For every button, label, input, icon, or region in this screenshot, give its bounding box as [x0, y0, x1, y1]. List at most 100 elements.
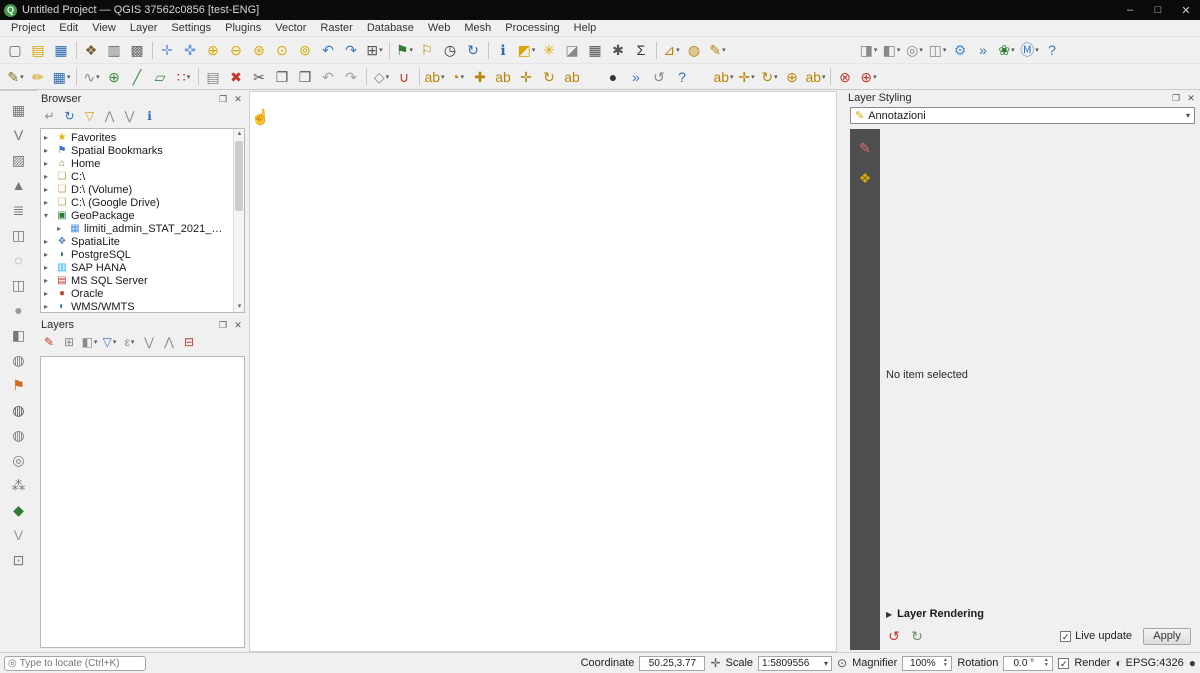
show-spatial-bookmarks-button[interactable]: ⚐ [416, 39, 439, 61]
menu-layer[interactable]: Layer [123, 21, 165, 35]
collapse-all-button[interactable]: ⋀ [100, 107, 119, 125]
coordinate-input[interactable] [639, 656, 705, 671]
menu-settings[interactable]: Settings [164, 21, 218, 35]
open-project-button[interactable]: ▤ [27, 39, 50, 61]
browser-item-mssql[interactable]: ▸ ▤ MS SQL Server [41, 274, 232, 287]
add-spatialite-layer-button[interactable]: ◌ [7, 249, 31, 271]
select-by-polygon-button[interactable]: ◧▾ [880, 39, 903, 61]
locator-search[interactable]: ◎ [4, 656, 146, 671]
annotation-symbology-tab[interactable]: ✎ [854, 137, 876, 159]
scroll-up-icon[interactable]: ▴ [234, 129, 245, 139]
copy-features-button[interactable]: ❐ [271, 66, 294, 88]
scroll-down-icon[interactable]: ▾ [234, 302, 245, 312]
layer-selector-combo[interactable]: ✎ Annotazioni ▾ [850, 107, 1195, 124]
expand-arrow-icon[interactable]: ▸ [44, 198, 55, 207]
apply-button[interactable]: Apply [1143, 628, 1191, 645]
open-data-source-manager-button[interactable]: ▦ [7, 99, 31, 121]
new-project-button[interactable]: ▢ [4, 39, 27, 61]
style-redo-button[interactable]: ↻ [907, 627, 927, 645]
temporal-controller-button[interactable]: ◷ [439, 39, 462, 61]
geometry-checker-button[interactable]: ⊗ [834, 66, 857, 88]
paste-features-button[interactable]: ❒ [294, 66, 317, 88]
add-point-feature-button[interactable]: ⊕ [103, 66, 126, 88]
change-label-button[interactable]: ab [561, 66, 584, 88]
redo-button[interactable]: ↷ [340, 66, 363, 88]
undock-panel-icon[interactable]: ❐ [217, 320, 229, 331]
locator-input[interactable] [20, 658, 135, 669]
live-update-checkbox[interactable]: ✓ [1060, 631, 1071, 642]
add-polygon-feature-button[interactable]: ▱ [149, 66, 172, 88]
browser-item-spatialite[interactable]: ▸ ❖ SpatiaLite [41, 235, 232, 248]
browser-item-spatial-bookmarks[interactable]: ▸ ⚑ Spatial Bookmarks [41, 144, 232, 157]
new-map-view-button[interactable]: ⊞▾ [363, 39, 386, 61]
expand-arrow-icon[interactable]: ▸ [44, 276, 55, 285]
style-manager-button[interactable]: ❖ [80, 39, 103, 61]
add-raster-layer-button[interactable]: ▨ [7, 149, 31, 171]
close-panel-icon[interactable]: ✕ [232, 320, 244, 331]
current-edits-button[interactable]: ✎▾ [4, 66, 27, 88]
add-xyz-layer-button[interactable]: ⚑ [7, 374, 31, 396]
browser-scrollbar[interactable]: ▴ ▾ [233, 129, 244, 312]
processing-toolbox-button[interactable]: ⚙ [949, 39, 972, 61]
measure-line-button[interactable]: ⊿▾ [660, 39, 683, 61]
crs-button[interactable]: ◐ EPSG:4326 [1115, 656, 1183, 670]
add-hana-layer-button[interactable]: ◧ [7, 324, 31, 346]
expand-arrow-icon[interactable]: ▸ [44, 237, 55, 246]
add-arcgis-layer-button[interactable]: ◎ [7, 449, 31, 471]
collapse-all-layers-button[interactable]: ⋀ [160, 333, 179, 351]
new-shapefile-button[interactable]: V [7, 524, 31, 546]
expand-arrow-icon[interactable]: ▸ [44, 289, 55, 298]
add-wfs-layer-button[interactable]: ◍ [7, 424, 31, 446]
browser-item-home[interactable]: ▸ ⌂ Home [41, 157, 232, 170]
add-mssql-layer-button[interactable]: ◫ [7, 274, 31, 296]
pan-to-selection-button[interactable]: ✜ [179, 39, 202, 61]
digitize-with-curve-button[interactable]: ∿▾ [80, 66, 103, 88]
zoom-full-button[interactable]: ⊛ [248, 39, 271, 61]
add-postgis-layer-button[interactable]: ◫ [7, 224, 31, 246]
browser-item-oracle[interactable]: ▸ ● Oracle [41, 287, 232, 300]
open-layer-styling-panel-button[interactable]: ✎ [40, 333, 59, 351]
new-spatial-bookmark-button[interactable]: ⚑▾ [393, 39, 416, 61]
profile-tool-button[interactable]: ⊕▾ [857, 66, 880, 88]
filter-browser-button[interactable]: ▽ [80, 107, 99, 125]
rotate-label-diagram-button[interactable]: ↻▾ [758, 66, 781, 88]
vertex-tool-button[interactable]: ∷▾ [172, 66, 195, 88]
menu-view[interactable]: View [85, 21, 123, 35]
add-wcs-layer-button[interactable]: ◍ [7, 399, 31, 421]
expand-all-layers-button[interactable]: ⋁ [140, 333, 159, 351]
menu-mesh[interactable]: Mesh [457, 21, 498, 35]
move-label-diagram-button[interactable]: ✛▾ [735, 66, 758, 88]
layers-list[interactable] [40, 356, 245, 648]
browser-item-favorites[interactable]: ▸ ★ Favorites [41, 131, 232, 144]
menu-edit[interactable]: Edit [52, 21, 85, 35]
undock-panel-icon[interactable]: ❐ [1170, 93, 1182, 104]
browser-item-postgresql[interactable]: ▸ ◗ PostgreSQL [41, 248, 232, 261]
highlight-pinned-labels-button[interactable]: ab [492, 66, 515, 88]
modify-attributes-button[interactable]: ▤ [202, 66, 225, 88]
menu-web[interactable]: Web [421, 21, 457, 35]
add-delimited-text-button[interactable]: ≣ [7, 199, 31, 221]
menu-processing[interactable]: Processing [498, 21, 566, 35]
pan-map-button[interactable]: ✛ [156, 39, 179, 61]
zoom-to-layers-button[interactable]: ⊚ [294, 39, 317, 61]
manage-map-themes-button[interactable]: ◧▾ [80, 333, 99, 351]
save-layer-edits-button[interactable]: ▦▾ [50, 66, 73, 88]
label-options-button[interactable]: ab▾ [712, 66, 735, 88]
undo-button[interactable]: ↶ [317, 66, 340, 88]
close-panel-icon[interactable]: ✕ [1185, 93, 1197, 104]
menu-raster[interactable]: Raster [313, 21, 359, 35]
layer-labeling-button[interactable]: ab▾ [423, 66, 446, 88]
close-button[interactable]: ✕ [1172, 0, 1200, 20]
zoom-out-button[interactable]: ⊖ [225, 39, 248, 61]
expand-arrow-icon[interactable]: ▸ [44, 172, 55, 181]
browser-item-gpkg-file[interactable]: ▸ ▦ limiti_admin_STAT_2021_WGS84.gpkg [41, 222, 232, 235]
minimize-button[interactable]: – [1116, 0, 1144, 20]
properties-widget-button[interactable]: ℹ [140, 107, 159, 125]
layer-diagram-button[interactable]: ◔▾ [446, 66, 469, 88]
filter-legend-by-expression-button[interactable]: ε▾ [120, 333, 139, 351]
pin-labels-button[interactable]: ✚ [469, 66, 492, 88]
snapping-options-button[interactable]: ∪ [393, 66, 416, 88]
browser-item-d-drive[interactable]: ▸ ❏ D:\ (Volume) [41, 183, 232, 196]
scrollbar-thumb[interactable] [235, 141, 243, 211]
spin-arrows-icon[interactable]: ▲▼ [1041, 657, 1051, 670]
